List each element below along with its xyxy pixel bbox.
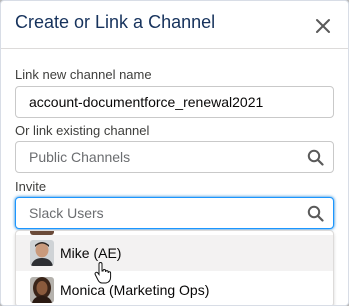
user-option-label: Monica (Marketing Ops) [60,282,210,298]
modal-header: Create or Link a Channel [1,1,348,49]
new-channel-label: Link new channel name [15,67,152,82]
close-button[interactable] [311,14,335,38]
user-option-mike[interactable]: Mike (AE) [16,235,333,271]
user-avatar-monica [30,277,54,303]
user-suggestion-dropdown: Mike (AE) Monica (Marketing Ops) [15,230,334,305]
new-channel-name-input[interactable]: account-documentforce_renewal2021 [15,86,334,118]
new-channel-name-value: account-documentforce_renewal2021 [29,94,264,110]
search-icon[interactable] [307,205,324,222]
invite-users-search-input[interactable]: Slack Users [15,197,334,229]
existing-channel-label: Or link existing channel [15,123,150,138]
close-icon [316,19,330,33]
existing-channel-search-input[interactable]: Public Channels [15,141,334,173]
user-option-monica[interactable]: Monica (Marketing Ops) [16,272,333,305]
user-avatar-mike [30,240,54,266]
invite-label: Invite [15,179,47,194]
user-option-label: Mike (AE) [60,245,122,261]
invite-users-placeholder: Slack Users [29,205,104,221]
existing-channel-placeholder: Public Channels [29,149,131,165]
create-link-channel-modal: Create or Link a Channel Link new channe… [0,0,349,306]
search-icon[interactable] [307,149,324,166]
modal-title: Create or Link a Channel [15,12,216,32]
